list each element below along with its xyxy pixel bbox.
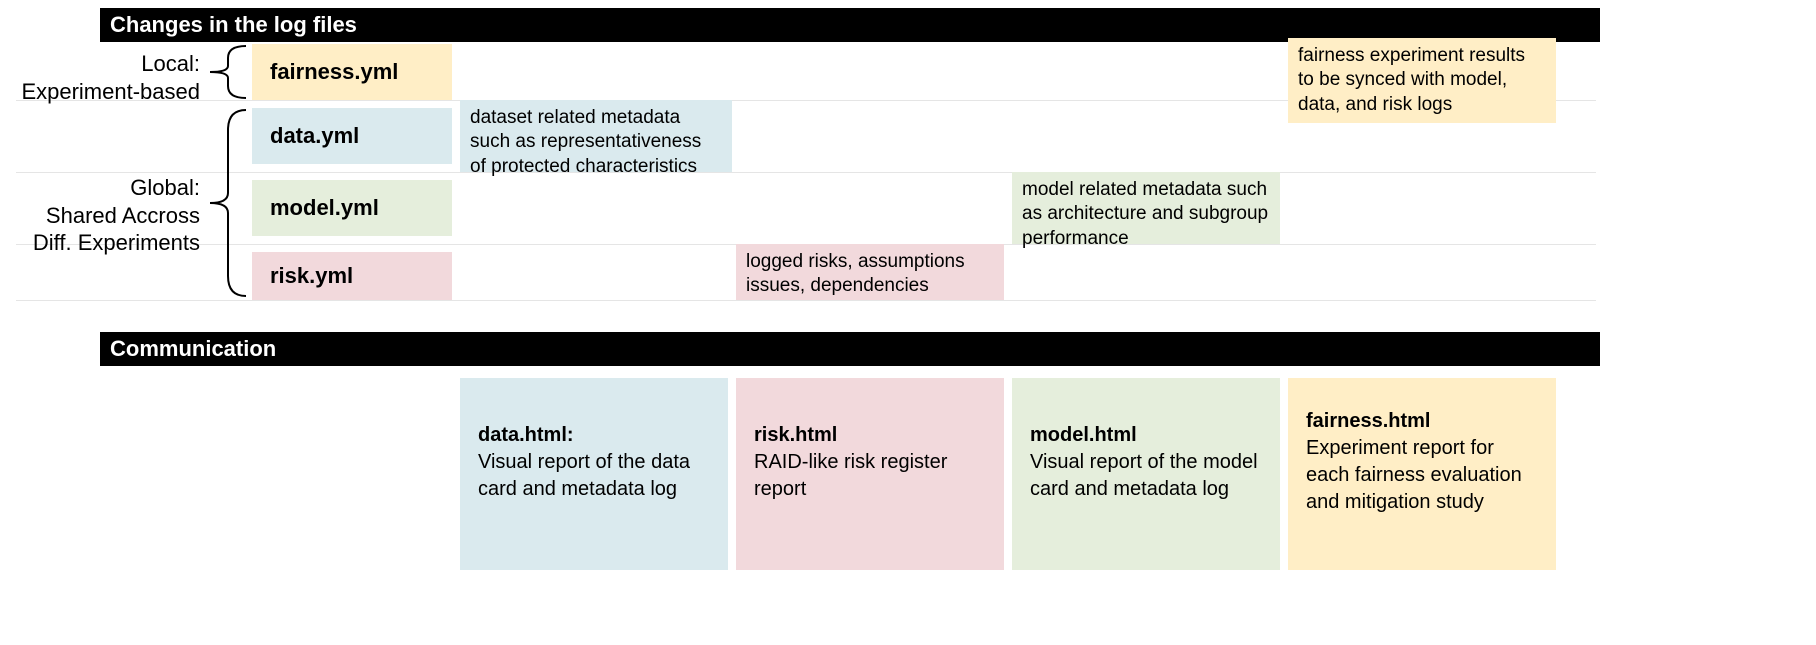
comm-model-desc: Visual report of the model card and meta…	[1030, 451, 1258, 500]
bracket-icon	[210, 44, 246, 100]
desc-risk-text: logged risks, assumptions issues, depend…	[746, 251, 965, 296]
side-label-global: Global: Shared Accross Diff. Experiments	[0, 174, 200, 257]
file-fairness-yml: fairness.yml	[252, 44, 452, 100]
file-fairness-label: fairness.yml	[270, 59, 398, 85]
section-header-communication-label: Communication	[110, 336, 276, 361]
comm-fairness-desc: Experiment report for each fairness eval…	[1306, 437, 1522, 513]
desc-data-text: dataset related metadata such as represe…	[470, 107, 701, 177]
section-header-communication: Communication	[100, 332, 1600, 366]
file-data-yml: data.yml	[252, 108, 452, 164]
comm-data-html: data.html: Visual report of the data car…	[460, 378, 728, 570]
desc-model-text: model related metadata such as architect…	[1022, 179, 1268, 249]
comm-risk-title: risk.html	[754, 422, 986, 449]
comm-data-title: data.html:	[478, 422, 710, 449]
desc-model: model related metadata such as architect…	[1012, 172, 1280, 244]
desc-risk: logged risks, assumptions issues, depend…	[736, 244, 1004, 300]
file-data-label: data.yml	[270, 123, 359, 149]
comm-fairness-html: fairness.html Experiment report for each…	[1288, 378, 1556, 570]
file-model-label: model.yml	[270, 195, 379, 221]
file-risk-label: risk.yml	[270, 263, 353, 289]
comm-risk-html: risk.html RAID-like risk register report	[736, 378, 1004, 570]
section-header-changes-label: Changes in the log files	[110, 12, 357, 37]
comm-model-html: model.html Visual report of the model ca…	[1012, 378, 1280, 570]
comm-fairness-title: fairness.html	[1306, 408, 1538, 435]
desc-data: dataset related metadata such as represe…	[460, 100, 732, 172]
comm-risk-desc: RAID-like risk register report	[754, 451, 947, 500]
side-label-local: Local: Experiment-based	[0, 50, 200, 105]
row-divider	[16, 172, 1596, 173]
comm-model-title: model.html	[1030, 422, 1262, 449]
file-model-yml: model.yml	[252, 180, 452, 236]
bracket-icon	[210, 108, 246, 298]
desc-fairness-text: fairness experiment results to be synced…	[1298, 45, 1525, 115]
file-risk-yml: risk.yml	[252, 252, 452, 300]
desc-fairness: fairness experiment results to be synced…	[1288, 38, 1556, 123]
row-divider	[16, 300, 1596, 301]
comm-data-desc: Visual report of the data card and metad…	[478, 451, 690, 500]
section-header-changes: Changes in the log files	[100, 8, 1600, 42]
